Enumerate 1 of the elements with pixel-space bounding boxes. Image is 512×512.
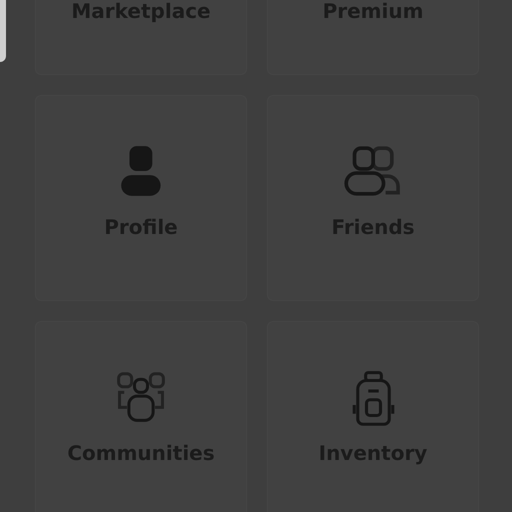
panel-edge	[0, 0, 6, 62]
